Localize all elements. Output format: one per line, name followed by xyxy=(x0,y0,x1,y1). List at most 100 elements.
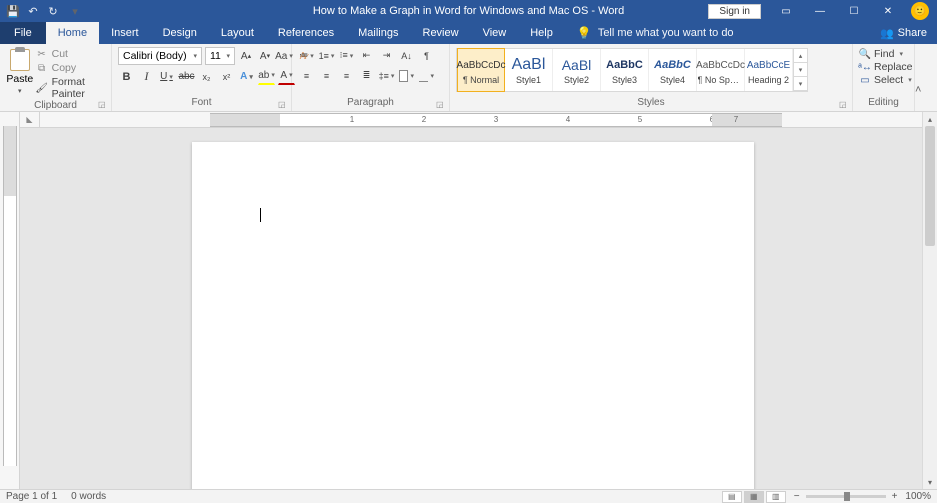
replace-button[interactable]: ᵃ↔Replace xyxy=(859,61,913,73)
close-button[interactable]: ✕ xyxy=(873,0,903,22)
format-painter-button[interactable]: 🖌Format Painter xyxy=(36,76,105,100)
increase-indent-button[interactable]: ⇥ xyxy=(378,47,395,64)
style-no-spacing[interactable]: AaBbCcDc ¶ No Spac... xyxy=(697,49,745,91)
grow-font-button[interactable]: A▴ xyxy=(238,48,254,64)
change-case-button[interactable]: Aa▾ xyxy=(276,48,292,64)
superscript-button[interactable]: x² xyxy=(218,68,235,85)
numbering-button[interactable]: 1≡▾ xyxy=(318,47,335,64)
bullets-button[interactable]: ≔▾ xyxy=(298,47,315,64)
borders-button[interactable]: ▾ xyxy=(418,67,435,84)
group-label-editing: Editing xyxy=(853,97,914,111)
redo-icon[interactable]: ↻ xyxy=(46,4,60,18)
tell-me-label: Tell me what you want to do xyxy=(598,27,734,39)
replace-icon: ᵃ↔ xyxy=(859,61,871,73)
sign-in-button[interactable]: Sign in xyxy=(708,4,761,19)
tab-references[interactable]: References xyxy=(266,22,346,44)
horizontal-ruler[interactable]: 1 2 3 4 5 6 7 xyxy=(40,112,922,128)
align-right-button[interactable]: ≡ xyxy=(338,67,355,84)
highlight-button[interactable]: ab▾ xyxy=(258,68,275,85)
zoom-in-button[interactable]: + xyxy=(892,491,898,502)
cut-button[interactable]: ✂Cut xyxy=(36,48,105,60)
decrease-indent-button[interactable]: ⇤ xyxy=(358,47,375,64)
tab-layout[interactable]: Layout xyxy=(209,22,266,44)
font-size-combo[interactable]: 11▾ xyxy=(205,47,235,65)
print-layout-button[interactable]: ▦ xyxy=(744,491,764,503)
gallery-down-icon[interactable]: ▾ xyxy=(794,63,807,77)
tab-home[interactable]: Home xyxy=(46,22,99,44)
font-launcher-icon[interactable]: ◲ xyxy=(278,100,288,110)
paste-more-icon[interactable]: ▾ xyxy=(18,87,22,95)
document-area[interactable] xyxy=(20,128,922,489)
paste-button[interactable]: Paste ▾ xyxy=(6,47,34,95)
tab-insert[interactable]: Insert xyxy=(99,22,151,44)
feedback-face-icon[interactable]: 🙂 xyxy=(911,2,929,20)
strikethrough-button[interactable]: abc xyxy=(178,68,195,85)
gallery-up-icon[interactable]: ▴ xyxy=(794,49,807,63)
qat-more-icon[interactable]: ▾ xyxy=(68,4,82,18)
group-label-paragraph: Paragraph xyxy=(292,97,449,111)
lightbulb-icon: 💡 xyxy=(577,26,592,40)
page-count[interactable]: Page 1 of 1 xyxy=(6,491,57,502)
scroll-up-icon[interactable]: ▴ xyxy=(923,112,937,126)
tell-me-search[interactable]: 💡 Tell me what you want to do xyxy=(565,22,734,44)
align-center-button[interactable]: ≡ xyxy=(318,67,335,84)
sort-button[interactable]: A↓ xyxy=(398,47,415,64)
multilevel-list-button[interactable]: ⁝≡▾ xyxy=(338,47,355,64)
tab-review[interactable]: Review xyxy=(411,22,471,44)
scroll-down-icon[interactable]: ▾ xyxy=(923,475,937,489)
tab-help[interactable]: Help xyxy=(518,22,565,44)
tab-mailings[interactable]: Mailings xyxy=(346,22,410,44)
tab-view[interactable]: View xyxy=(471,22,519,44)
bold-button[interactable]: B xyxy=(118,68,135,85)
find-button[interactable]: 🔍Find▾ xyxy=(859,48,913,60)
gallery-more-icon[interactable]: ▾ xyxy=(794,77,807,91)
share-label: Share xyxy=(898,27,927,39)
show-marks-button[interactable]: ¶ xyxy=(418,47,435,64)
styles-launcher-icon[interactable]: ◲ xyxy=(839,100,849,110)
copy-button[interactable]: ⧉Copy xyxy=(36,62,105,74)
paragraph-launcher-icon[interactable]: ◲ xyxy=(436,100,446,110)
style-style1[interactable]: AaBl Style1 xyxy=(505,49,553,91)
style-heading-2[interactable]: AaBbCcE Heading 2 xyxy=(745,49,793,91)
style-style2[interactable]: AaBl Style2 xyxy=(553,49,601,91)
text-effects-button[interactable]: A▾ xyxy=(238,68,255,85)
align-left-button[interactable]: ≡ xyxy=(298,67,315,84)
page[interactable] xyxy=(192,142,754,489)
title-bar: 💾 ↶ ↻ ▾ How to Make a Graph in Word for … xyxy=(0,0,937,22)
font-name-combo[interactable]: Calibri (Body)▾ xyxy=(118,47,202,65)
scroll-thumb[interactable] xyxy=(925,126,935,246)
quick-access-toolbar: 💾 ↶ ↻ ▾ xyxy=(0,4,82,18)
zoom-slider[interactable] xyxy=(806,495,886,498)
web-layout-button[interactable]: ▥ xyxy=(766,491,786,503)
vertical-scrollbar[interactable]: ▴ ▾ xyxy=(922,112,937,489)
tab-file[interactable]: File xyxy=(0,22,46,44)
shrink-font-button[interactable]: A▾ xyxy=(257,48,273,64)
maximize-button[interactable]: ☐ xyxy=(839,0,869,22)
style-normal[interactable]: AaBbCcDc ¶ Normal xyxy=(457,48,505,92)
zoom-level[interactable]: 100% xyxy=(905,491,931,502)
zoom-out-button[interactable]: − xyxy=(794,491,800,502)
minimize-button[interactable]: — xyxy=(805,0,835,22)
justify-button[interactable]: ≣ xyxy=(358,67,375,84)
tab-design[interactable]: Design xyxy=(151,22,209,44)
underline-button[interactable]: U▾ xyxy=(158,68,175,85)
shading-button[interactable]: ▾ xyxy=(398,67,415,84)
word-count[interactable]: 0 words xyxy=(71,491,106,502)
ruler-corner[interactable]: ◣ xyxy=(20,112,40,128)
workspace: ◣ 1 2 3 4 5 6 7 xyxy=(0,112,937,489)
clipboard-launcher-icon[interactable]: ◲ xyxy=(98,100,108,110)
subscript-button[interactable]: x₂ xyxy=(198,68,215,85)
italic-button[interactable]: I xyxy=(138,68,155,85)
style-style3[interactable]: AaBbC Style3 xyxy=(601,49,649,91)
share-button[interactable]: 👥 Share xyxy=(880,22,937,44)
save-icon[interactable]: 💾 xyxy=(6,4,20,18)
group-styles: AaBbCcDc ¶ Normal AaBl Style1 AaBl Style… xyxy=(450,44,853,111)
line-spacing-button[interactable]: ‡≡▾ xyxy=(378,67,395,84)
styles-gallery-scroll[interactable]: ▴ ▾ ▾ xyxy=(793,49,807,91)
ribbon-display-options-icon[interactable]: ▭ xyxy=(771,0,801,22)
collapse-ribbon-button[interactable]: ˄ xyxy=(915,44,937,111)
undo-icon[interactable]: ↶ xyxy=(26,4,40,18)
read-mode-button[interactable]: ▤ xyxy=(722,491,742,503)
select-button[interactable]: ▭Select▾ xyxy=(859,74,913,86)
style-style4[interactable]: AaBbC Style4 xyxy=(649,49,697,91)
